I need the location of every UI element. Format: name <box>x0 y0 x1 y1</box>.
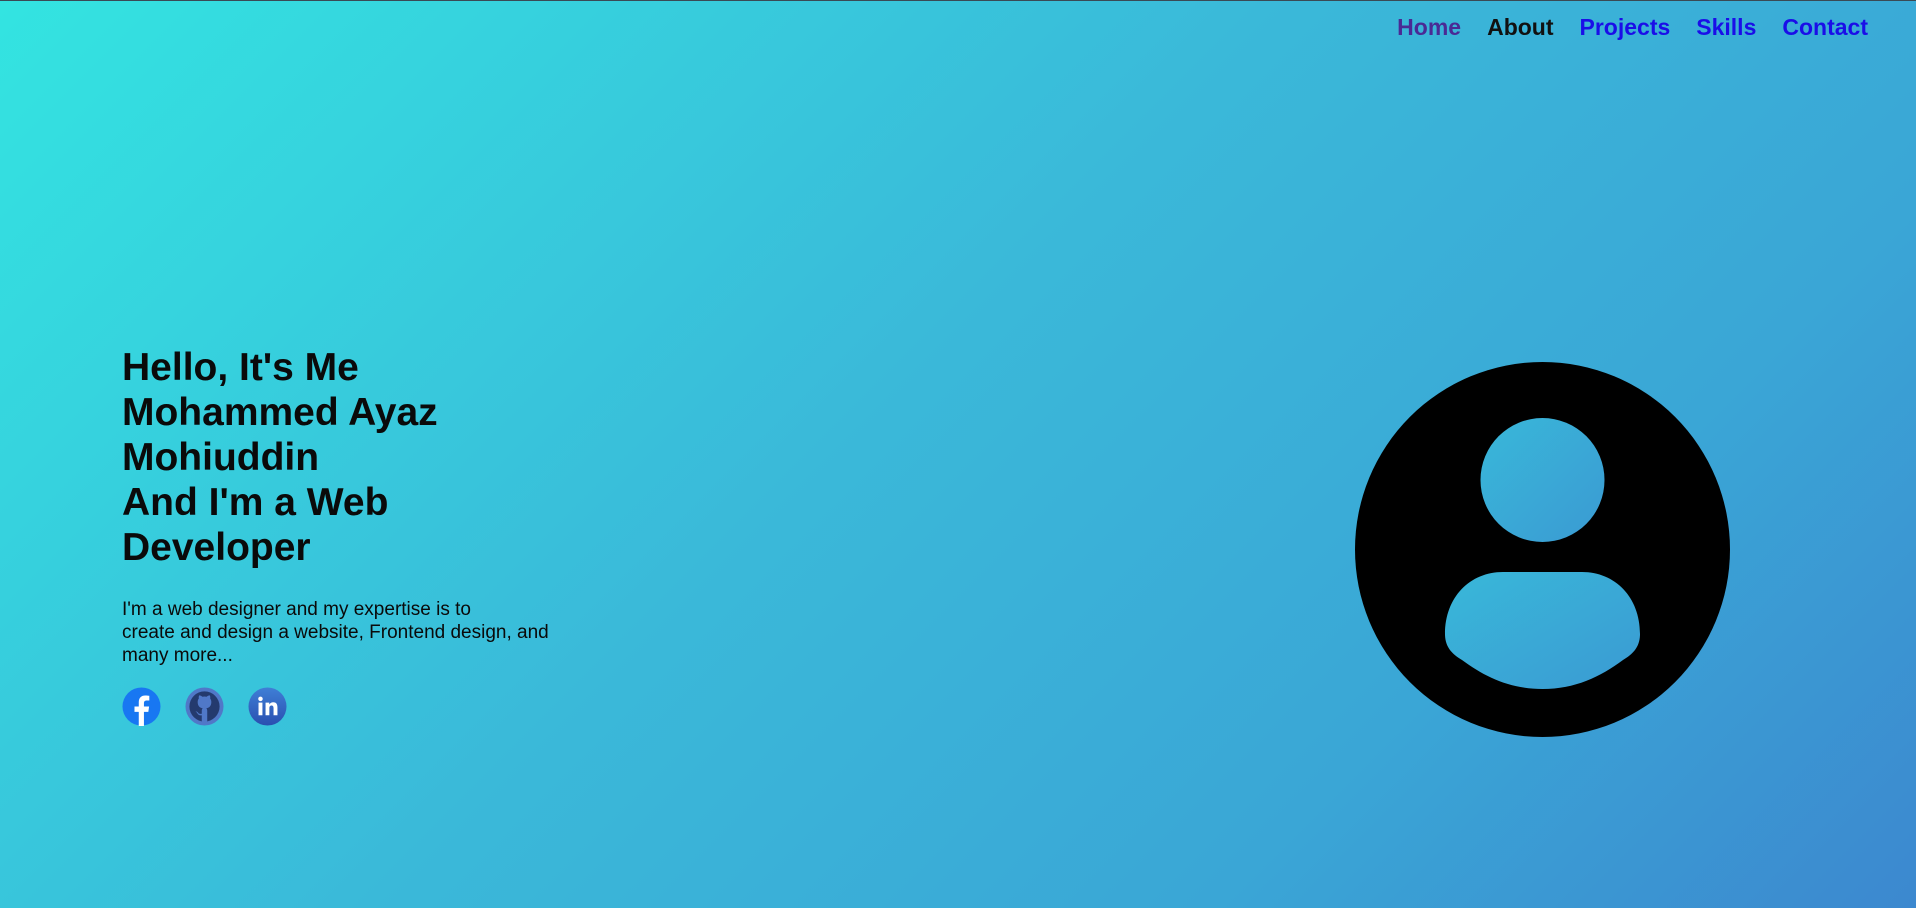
linkedin-icon[interactable] <box>248 687 287 726</box>
hero-role-line2: Developer <box>122 526 311 569</box>
hero-name-line1: Mohammed Ayaz <box>122 391 438 434</box>
top-border <box>0 0 1916 1</box>
nav-link-home[interactable]: Home <box>1397 13 1461 41</box>
hero-heading: Hello, It's Me Mohammed Ayaz Mohiuddin A… <box>122 345 602 570</box>
hero-role-line1: And I'm a Web <box>122 481 389 524</box>
hero-name-line2: Mohiuddin <box>122 436 320 479</box>
nav-link-about[interactable]: About <box>1487 13 1553 41</box>
nav-link-contact[interactable]: Contact <box>1782 13 1868 41</box>
user-avatar-icon <box>1355 362 1730 737</box>
github-icon[interactable] <box>185 687 224 726</box>
social-links <box>122 687 602 726</box>
hero-description-line2: create and design a website, Frontend de… <box>122 622 549 643</box>
hero-description-line3: many more... <box>122 645 233 666</box>
facebook-icon[interactable] <box>122 687 161 726</box>
hero-description-line1: I'm a web designer and my expertise is t… <box>122 599 471 620</box>
nav-link-skills[interactable]: Skills <box>1696 13 1756 41</box>
nav-link-projects[interactable]: Projects <box>1580 13 1671 41</box>
hero-greeting: Hello, It's Me <box>122 346 359 389</box>
hero-section: Hello, It's Me Mohammed Ayaz Mohiuddin A… <box>122 345 602 726</box>
hero-description: I'm a web designer and my expertise is t… <box>122 598 577 667</box>
main-nav: Home About Projects Skills Contact <box>1397 13 1868 41</box>
